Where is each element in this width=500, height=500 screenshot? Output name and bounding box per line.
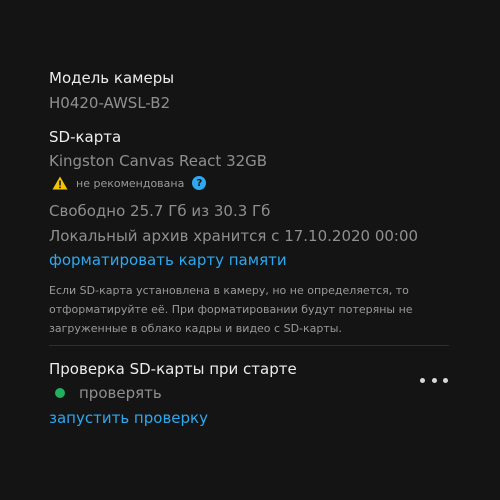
question-circle-icon[interactable]: ? xyxy=(192,176,207,190)
section-divider xyxy=(49,345,449,346)
camera-model-value: H0420-AWSL-B2 xyxy=(49,94,171,112)
more-options-button[interactable] xyxy=(420,373,448,387)
format-note: Если SD-карта установлена в камеру, но н… xyxy=(49,281,419,338)
sd-card-name: Kingston Canvas React 32GB xyxy=(49,152,268,170)
local-archive-text: Локальный архив хранится с 17.10.2020 00… xyxy=(49,227,419,245)
sd-card-label: SD-карта xyxy=(49,128,122,146)
sd-card-warning-text: не рекомендована xyxy=(76,176,185,190)
startup-check-status-text: проверять xyxy=(79,384,162,402)
format-note-line: отформатируйте её. При форматировании бу… xyxy=(49,303,413,316)
startup-check-status: проверять xyxy=(55,384,162,402)
sd-card-free-space: Свободно 25.7 Гб из 30.3 Гб xyxy=(49,202,271,220)
format-note-line: Если SD-карта установлена в камеру, но н… xyxy=(49,284,409,297)
more-horizontal-icon-dot xyxy=(443,377,448,383)
sd-card-warning: не рекомендована ? xyxy=(52,176,207,190)
warning-triangle-icon xyxy=(52,176,68,190)
format-note-line: загруженные в облако кадры и видео с SD-… xyxy=(49,322,342,335)
more-horizontal-icon-dot xyxy=(431,377,437,383)
startup-check-label: Проверка SD-карты при старте xyxy=(49,360,297,378)
run-check-link[interactable]: запустить проверку xyxy=(49,409,208,427)
status-dot-icon xyxy=(55,388,65,398)
camera-model-label: Модель камеры xyxy=(49,69,175,87)
more-horizontal-icon-dot xyxy=(420,377,425,383)
format-sd-card-link[interactable]: форматировать карту памяти xyxy=(49,251,287,269)
